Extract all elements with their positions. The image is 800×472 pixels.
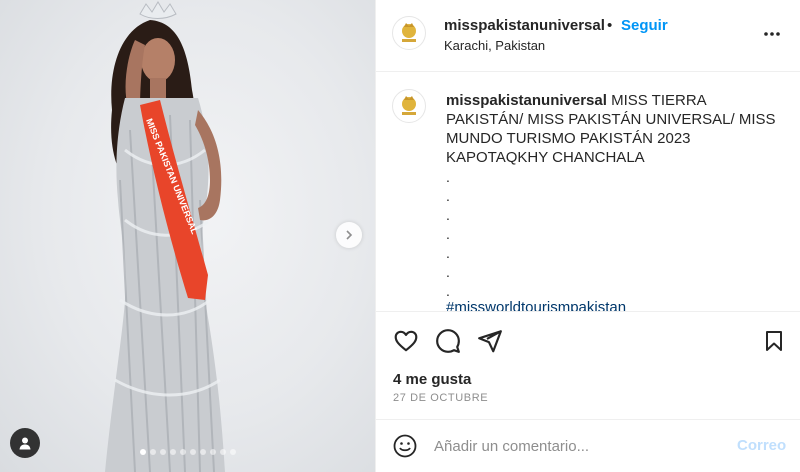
post-comment-button[interactable]: Correo — [737, 437, 786, 454]
carousel-dot — [219, 449, 226, 455]
caption-dot-line: . — [446, 207, 450, 223]
emoji-button[interactable] — [393, 434, 417, 463]
carousel-dot — [199, 449, 206, 455]
next-slide-button[interactable] — [336, 222, 362, 248]
caption-section: misspakistanuniversal MISS TIERRA PAKIST… — [376, 73, 800, 311]
carousel-dot — [189, 449, 196, 455]
caption-dot-line: . — [446, 226, 450, 242]
likes-count[interactable]: 4 me gusta — [393, 371, 471, 388]
caption-dot-line: . — [446, 264, 450, 280]
model-figure: MISS PAKISTAN UNIVERSAL — [105, 1, 225, 472]
carousel-indicator — [0, 449, 375, 455]
carousel-dot — [179, 449, 186, 455]
caption-avatar[interactable] — [392, 89, 426, 123]
caption-dot-line: . — [446, 169, 450, 185]
brand-logo-icon — [395, 92, 423, 120]
comment-button[interactable] — [435, 328, 461, 359]
post-date[interactable]: 27 DE OCTUBRE — [393, 392, 488, 404]
emoji-icon — [393, 434, 417, 458]
comment-bar: Correo — [376, 419, 800, 472]
caption-username[interactable]: misspakistanuniversal — [446, 92, 607, 109]
save-button[interactable] — [762, 328, 786, 359]
send-icon — [478, 330, 502, 353]
post-header: misspakistanuniversal • Seguir Karachi, … — [376, 0, 800, 72]
user-icon — [19, 437, 31, 450]
brand-logo-icon — [395, 19, 423, 47]
avatar[interactable] — [392, 16, 426, 50]
carousel-dot — [209, 449, 216, 455]
caption-dot-line: . — [446, 245, 450, 261]
like-button[interactable] — [393, 328, 419, 359]
carousel-dot — [169, 449, 176, 455]
location-link[interactable]: Karachi, Pakistan — [444, 38, 545, 53]
comment-icon — [436, 329, 460, 353]
bookmark-icon — [766, 331, 782, 351]
comment-input[interactable] — [434, 434, 724, 458]
post-side-panel: misspakistanuniversal • Seguir Karachi, … — [375, 0, 800, 472]
hashtag-link[interactable]: #missworldtourismpakistan — [446, 299, 626, 311]
caption-dot-line: . — [446, 188, 450, 204]
heart-icon — [394, 330, 418, 352]
carousel-dot — [149, 449, 156, 455]
post-actions: 4 me gusta 27 DE OCTUBRE — [376, 311, 800, 419]
carousel-dot — [139, 449, 146, 455]
carousel-dot — [159, 449, 166, 455]
follow-button[interactable]: Seguir — [621, 17, 668, 34]
caption-text: misspakistanuniversal MISS TIERRA PAKIST… — [446, 91, 776, 167]
more-horizontal-icon — [764, 32, 780, 36]
post-photo[interactable]: MISS PAKISTAN UNIVERSAL — [0, 0, 375, 472]
caption-dot-line: . — [446, 283, 450, 299]
chevron-right-icon — [346, 230, 353, 240]
share-button[interactable] — [477, 328, 503, 359]
carousel-dot — [229, 449, 236, 455]
more-options-button[interactable] — [762, 24, 782, 49]
separator-dot: • — [607, 17, 613, 34]
username-link[interactable]: misspakistanuniversal — [444, 17, 605, 34]
